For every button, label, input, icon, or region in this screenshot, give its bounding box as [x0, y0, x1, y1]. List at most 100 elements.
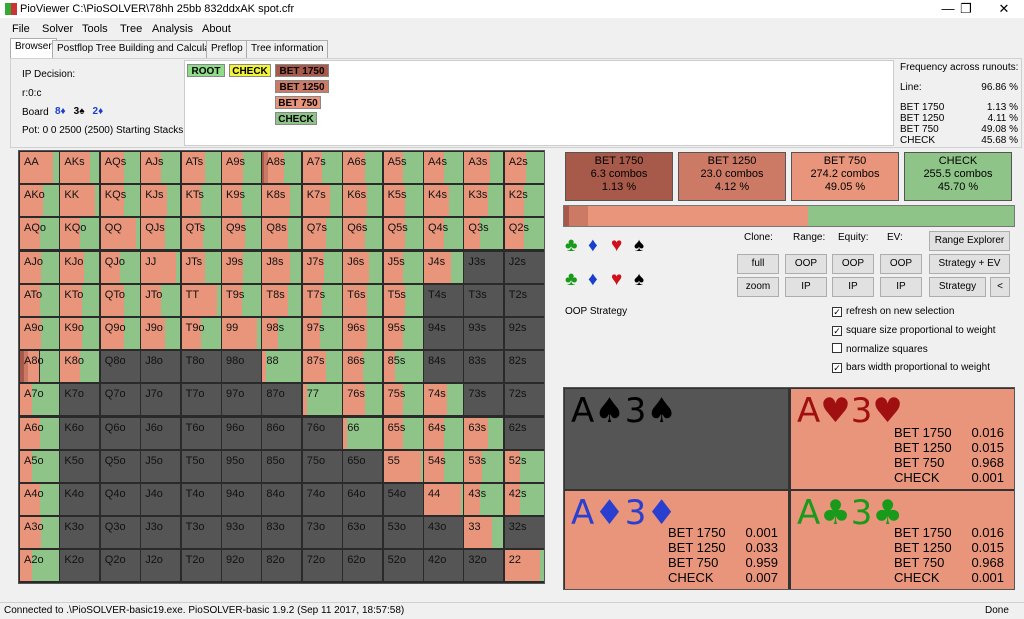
- action-box[interactable]: BET 750 274.2 combos 49.05 %: [791, 152, 899, 201]
- hand-cell[interactable]: 86o: [262, 417, 302, 449]
- tab-tree-information[interactable]: Tree information: [246, 40, 329, 58]
- hand-cell[interactable]: ATs: [181, 152, 221, 183]
- hand-cell[interactable]: 54o: [383, 484, 423, 515]
- hand-cell[interactable]: J2o: [141, 550, 181, 582]
- hand-cell[interactable]: AQs: [100, 152, 140, 183]
- hand-cell[interactable]: J3o: [141, 517, 181, 549]
- hand-cell[interactable]: J3s: [464, 251, 504, 283]
- hand-cell[interactable]: A9o: [20, 318, 59, 349]
- action-box[interactable]: CHECK 255.5 combos 45.70 %: [904, 152, 1012, 201]
- hand-cell[interactable]: Q2o: [100, 550, 140, 582]
- hand-cell[interactable]: 62s: [504, 417, 544, 449]
- action-box[interactable]: BET 1250 23.0 combos 4.12 %: [678, 152, 786, 201]
- hand-cell[interactable]: 66: [343, 417, 383, 449]
- hand-cell[interactable]: 73s: [464, 384, 504, 416]
- hand-cell[interactable]: Q5o: [100, 450, 140, 482]
- hand-cell[interactable]: QTs: [181, 218, 221, 250]
- option-checkbox[interactable]: ✓ refresh on new selection: [832, 306, 954, 317]
- hand-cell[interactable]: Q5s: [383, 218, 423, 250]
- hand-cell[interactable]: 54s: [424, 450, 463, 482]
- hand-cell[interactable]: AJs: [141, 152, 181, 183]
- hand-cell[interactable]: QJs: [141, 218, 181, 250]
- action-box[interactable]: BET 1750 6.3 combos 1.13 %: [565, 152, 673, 201]
- hand-cell[interactable]: A7s: [302, 152, 342, 183]
- hand-cell[interactable]: K7s: [302, 185, 342, 217]
- hand-cell[interactable]: 65o: [343, 450, 383, 482]
- hand-cell[interactable]: 33: [464, 517, 504, 549]
- hand-cell[interactable]: Q7o: [100, 384, 140, 416]
- hand-cell[interactable]: T6o: [181, 417, 221, 449]
- hand-cell[interactable]: A4s: [424, 152, 463, 183]
- tree-node-root[interactable]: ROOT: [187, 64, 225, 77]
- hand-cell[interactable]: T8o: [181, 351, 221, 383]
- tree-node-bet-750[interactable]: BET 750: [275, 96, 321, 109]
- hand-cell[interactable]: Q4o: [100, 484, 140, 515]
- hand-cell[interactable]: 52s: [504, 450, 544, 482]
- hand-cell[interactable]: 64s: [424, 417, 463, 449]
- hand-cell[interactable]: KQo: [60, 218, 100, 250]
- hand-cell[interactable]: Q9s: [222, 218, 261, 250]
- hand-cell[interactable]: 32o: [464, 550, 504, 582]
- hand-cell[interactable]: 96s: [343, 318, 383, 349]
- hand-cell[interactable]: JTo: [141, 284, 181, 316]
- menu-solver[interactable]: Solver: [42, 23, 73, 35]
- hand-cell[interactable]: 92s: [504, 318, 544, 349]
- zoom-button[interactable]: zoom: [737, 277, 779, 297]
- hand-cell[interactable]: 83s: [464, 351, 504, 383]
- hand-cell[interactable]: 74o: [302, 484, 342, 515]
- hand-cell[interactable]: 96o: [222, 417, 261, 449]
- hand-cell[interactable]: A7o: [20, 384, 59, 416]
- ev-oop-button[interactable]: OOP: [880, 254, 922, 274]
- tree-node-check-2[interactable]: CHECK: [275, 112, 317, 125]
- hand-cell[interactable]: A6s: [343, 152, 383, 183]
- hand-cell[interactable]: AKo: [20, 185, 59, 217]
- tab-preflop[interactable]: Preflop: [206, 40, 248, 58]
- hand-cell[interactable]: K2s: [504, 185, 544, 217]
- hand-cell[interactable]: 97s: [302, 318, 342, 349]
- hand-cell[interactable]: 83o: [262, 517, 302, 549]
- hand-cell[interactable]: 84s: [424, 351, 463, 383]
- heart-icon[interactable]: ♥: [611, 236, 622, 256]
- hand-cell[interactable]: Q8o: [100, 351, 140, 383]
- hand-cell[interactable]: J8s: [262, 251, 302, 283]
- hand-cell[interactable]: J7s: [302, 251, 342, 283]
- hand-cell[interactable]: 77: [302, 384, 342, 416]
- hand-cell[interactable]: K4s: [424, 185, 463, 217]
- menu-about[interactable]: About: [202, 23, 231, 35]
- hand-cell[interactable]: K7o: [60, 384, 100, 416]
- hand-cell[interactable]: Q4s: [424, 218, 463, 250]
- hand-cell[interactable]: KQs: [100, 185, 140, 217]
- hand-cell[interactable]: K4o: [60, 484, 100, 515]
- hand-cell[interactable]: K9s: [222, 185, 261, 217]
- hand-cell[interactable]: T7o: [181, 384, 221, 416]
- hand-cell[interactable]: QJo: [100, 251, 140, 283]
- hand-cell[interactable]: 74s: [424, 384, 463, 416]
- hand-cell[interactable]: A5s: [383, 152, 423, 183]
- hand-cell[interactable]: 62o: [343, 550, 383, 582]
- hand-cell[interactable]: 92o: [222, 550, 261, 582]
- hand-cell[interactable]: T3o: [181, 517, 221, 549]
- tree-node-check[interactable]: CHECK: [229, 64, 271, 77]
- checkbox-box[interactable]: ✓: [832, 325, 842, 336]
- tree-node-bet-1750[interactable]: BET 1750: [275, 64, 329, 77]
- hand-cell[interactable]: T2o: [181, 550, 221, 582]
- close-button[interactable]: ✕: [990, 1, 1018, 17]
- hand-cell[interactable]: 75s: [383, 384, 423, 416]
- hand-cell[interactable]: K9o: [60, 318, 100, 349]
- hand-cell[interactable]: 99: [222, 318, 261, 349]
- hand-cell[interactable]: K8o: [60, 351, 100, 383]
- checkbox-box[interactable]: [832, 343, 842, 353]
- hand-cell[interactable]: T5o: [181, 450, 221, 482]
- hand-cell[interactable]: QQ: [100, 218, 140, 250]
- hand-cell[interactable]: 94s: [424, 318, 463, 349]
- ev-ip-button[interactable]: IP: [880, 277, 922, 297]
- club-icon[interactable]: ♣: [565, 236, 577, 256]
- hand-cell[interactable]: J4s: [424, 251, 463, 283]
- hand-cell[interactable]: T9o: [181, 318, 221, 349]
- hand-cell[interactable]: T9s: [222, 284, 261, 316]
- hand-cell[interactable]: Q6o: [100, 417, 140, 449]
- hand-cell[interactable]: 82o: [262, 550, 302, 582]
- hand-cell[interactable]: 94o: [222, 484, 261, 515]
- range-explorer-button[interactable]: Range Explorer: [929, 231, 1010, 251]
- hand-cell[interactable]: A3s: [464, 152, 504, 183]
